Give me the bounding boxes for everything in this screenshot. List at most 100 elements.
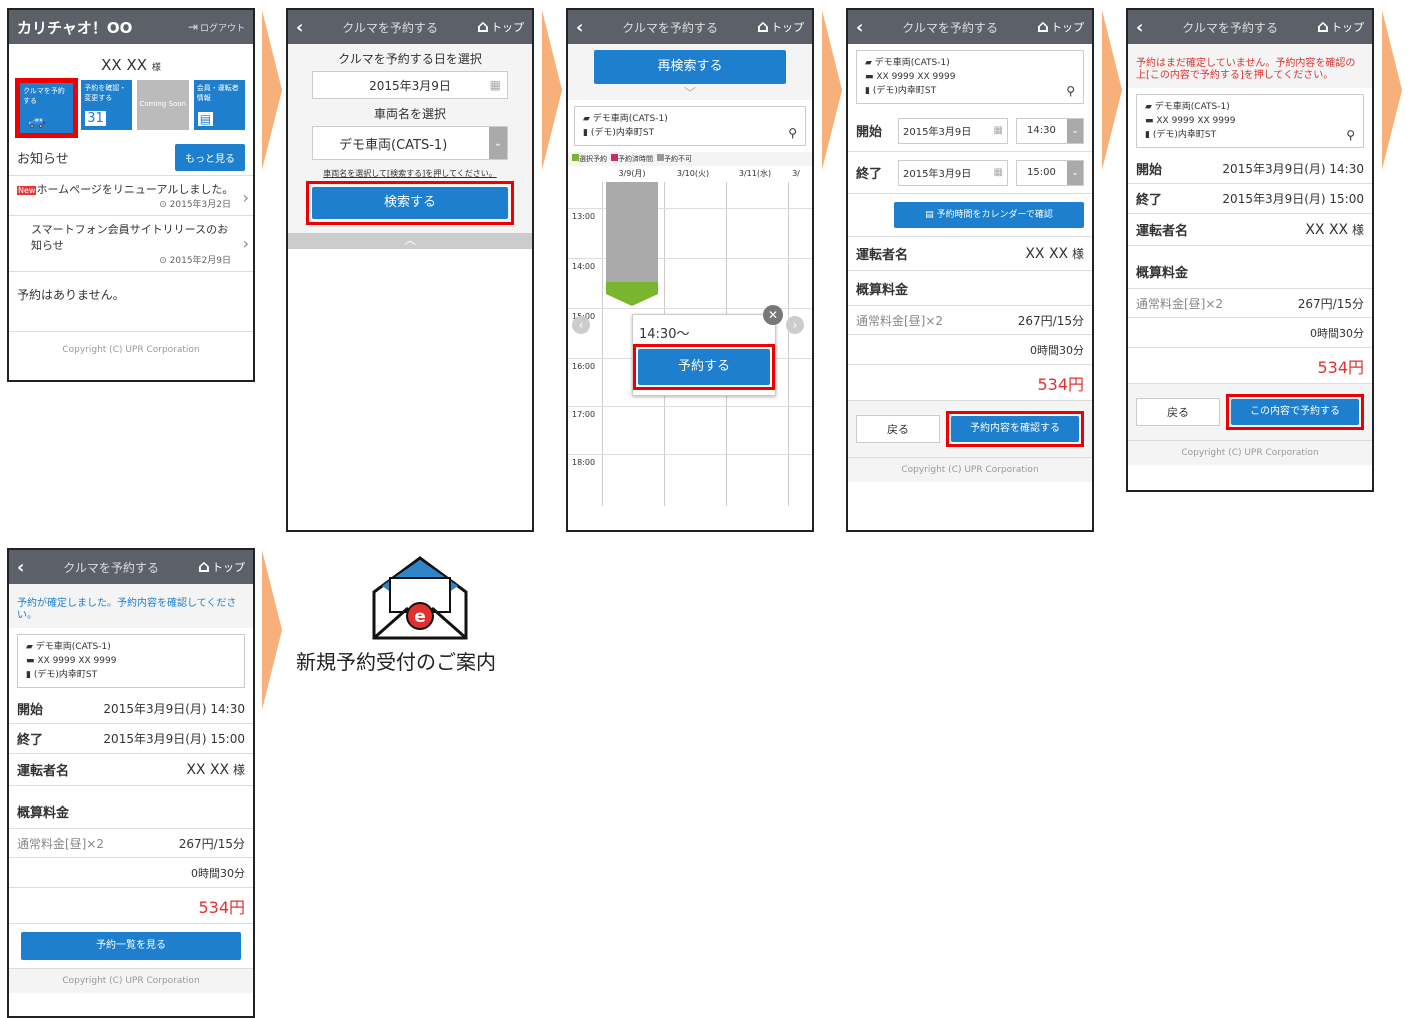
vehicle-card: ▰ デモ車両(CATS-1) ▬ XX 9999 XX 9999 ▮ (デモ)内…: [17, 634, 245, 688]
start-label: 開始: [856, 125, 883, 140]
home-button[interactable]: ⌂ トップ: [1317, 17, 1364, 37]
step-arrow: [542, 10, 562, 170]
back-icon[interactable]: ‹: [296, 17, 303, 38]
copyright: Copyright (C) UPR Corporation: [1128, 440, 1372, 465]
search-button[interactable]: 検索する: [312, 187, 508, 219]
fee-total-row: 534円: [1128, 348, 1372, 384]
prev-arrow-icon[interactable]: ‹: [572, 316, 590, 334]
back-icon[interactable]: ‹: [856, 17, 863, 38]
home-button[interactable]: ⌂ トップ: [1037, 17, 1084, 37]
search-form: クルマを予約する日を選択 2015年3月9日 ▦ 車両名を選択 デモ車両(CAT…: [288, 44, 532, 233]
research-button[interactable]: 再検索する: [594, 50, 786, 84]
more-button[interactable]: もっと見る: [175, 144, 245, 171]
success-message: 予約が確定しました。予約内容を確認してください。: [9, 584, 253, 628]
car-icon: ▰: [26, 642, 36, 652]
plate-icon: ▬: [26, 656, 38, 666]
step-arrow: [822, 10, 842, 170]
day-header: 3/9(月) 3/10(火) 3/11(水) 3/: [618, 169, 800, 178]
start-date-field[interactable]: 2015年3月9日 ▦: [898, 117, 1008, 144]
start-value: 2015年3月9日(月) 14:30: [1222, 162, 1364, 176]
end-time-select[interactable]: 15:00 ⌄: [1016, 159, 1084, 186]
reserve-button[interactable]: 予約する: [638, 349, 770, 385]
next-arrow-icon[interactable]: ›: [786, 316, 804, 334]
app-title: カリチャオ！OO: [17, 18, 133, 37]
station-icon: ▮: [26, 670, 34, 680]
copyright: Copyright (C) UPR Corporation: [9, 338, 253, 362]
tile-member-info[interactable]: 会員・運転者情報 ▤: [193, 80, 246, 130]
step-arrow: [262, 550, 282, 710]
vehicle-card: ▰ デモ車両(CATS-1) ▮ (デモ)内幸町ST ⚲: [574, 106, 806, 146]
driver-name: XX XX: [1025, 246, 1069, 262]
selected-slot-tip: [606, 294, 658, 306]
date-label: クルマを予約する日を選択: [338, 52, 482, 66]
collapse-handle[interactable]: ︿: [288, 233, 532, 249]
fee-duration-row: 0時間30分: [9, 858, 253, 888]
driver-row: 運転者名 XX XX 様: [9, 754, 253, 786]
screen-time-select: ‹ クルマを予約する ⌂ トップ 再検索する ﹀ ▰ デモ車両(CATS-1) ▮…: [566, 8, 814, 532]
tile-confirm-reservation[interactable]: 予約を確認・変更する 31: [81, 80, 133, 130]
back-icon[interactable]: ‹: [576, 17, 583, 38]
news-item[interactable]: Newホームページをリニューアルしました。 ⊙ 2015年3月2日 ›: [9, 176, 253, 216]
station-icon: ▮: [583, 128, 591, 138]
action-bar: 戻る 予約内容を確認する: [848, 401, 1092, 457]
close-icon[interactable]: ✕: [763, 305, 783, 325]
back-icon[interactable]: ‹: [17, 557, 24, 578]
screen-select-date: ‹ クルマを予約する ⌂ トップ クルマを予約する日を選択 2015年3月9日 ▦…: [286, 8, 534, 532]
confirm-button[interactable]: 予約内容を確認する: [951, 416, 1079, 442]
copyright: Copyright (C) UPR Corporation: [848, 457, 1092, 482]
back-icon[interactable]: ‹: [1136, 17, 1143, 38]
car-select[interactable]: デモ車両(CATS-1) ⌄: [312, 126, 508, 160]
driver-name: XX XX: [1305, 222, 1349, 238]
nav-bar: ‹ クルマを予約する ⌂ トップ: [288, 10, 532, 44]
step-arrow: [262, 10, 282, 170]
fee-duration: 0時間30分: [1030, 343, 1084, 357]
calendar-icon: ▦: [489, 78, 501, 92]
svg-text:e: e: [414, 607, 426, 627]
logout-button[interactable]: ⇥ ログアウト: [188, 20, 245, 34]
news-item[interactable]: スマートフォン会員サイトリリースのお知らせ ⊙ 2015年2月9日 ›: [9, 216, 253, 272]
menu-tiles: クルマを予約する 🚙 予約を確認・変更する 31 Coming Soon 会員・…: [9, 78, 253, 138]
fee-header: 概算料金: [1136, 265, 1189, 281]
back-button[interactable]: 戻る: [1136, 398, 1220, 426]
car-label: 車両名を選択: [373, 107, 446, 121]
end-row: 終了 2015年3月9日(月) 15:00: [9, 724, 253, 754]
calendar-check-button[interactable]: ▤ 予約時間をカレンダーで確認: [894, 202, 1084, 228]
hour-label: 17:00: [572, 410, 596, 419]
location-pin-icon[interactable]: ⚲: [788, 126, 797, 140]
news-header: お知らせ もっと見る: [9, 136, 253, 176]
action-bar: 戻る この内容で予約する: [1128, 384, 1372, 440]
calendar-icon: ▦: [993, 125, 1003, 136]
fee-header: 概算料金: [848, 271, 1092, 305]
location-pin-icon[interactable]: ⚲: [1346, 128, 1355, 142]
news-label: お知らせ: [17, 152, 69, 167]
date-field[interactable]: 2015年3月9日 ▦: [312, 71, 508, 99]
start-time-select[interactable]: 14:30 ⌄: [1016, 117, 1084, 144]
start-row: 開始 2015年3月9日(月) 14:30: [1128, 154, 1372, 184]
home-button[interactable]: ⌂ トップ: [198, 557, 245, 577]
home-button[interactable]: ⌂ トップ: [477, 17, 524, 37]
home-icon: ⌂: [197, 557, 210, 577]
vehicle-card: ▰ デモ車両(CATS-1) ▬ XX 9999 XX 9999 ▮ (デモ)内…: [1136, 94, 1364, 148]
selected-slot[interactable]: [606, 282, 658, 294]
end-label: 終了: [856, 167, 883, 182]
nav-bar: ‹ クルマを予約する ⌂ トップ: [568, 10, 812, 44]
reserve-popup: 14:30〜 予約する ✕: [632, 305, 783, 396]
nav-bar: ‹ クルマを予約する ⌂ トップ: [848, 10, 1092, 44]
book-button[interactable]: この内容で予約する: [1231, 399, 1359, 425]
page-title: クルマを予約する: [1182, 20, 1278, 35]
location-pin-icon[interactable]: ⚲: [1066, 84, 1075, 98]
back-button[interactable]: 戻る: [856, 415, 940, 443]
screen-reservation-detail: ‹ クルマを予約する ⌂ トップ ▰ デモ車両(CATS-1) ▬ XX 9999…: [846, 8, 1094, 532]
expand-handle[interactable]: ﹀: [594, 84, 786, 100]
reservation-list-button[interactable]: 予約一覧を見る: [21, 932, 241, 960]
tile-reserve-car[interactable]: クルマを予約する 🚙: [14, 78, 79, 138]
warning-message: 予約はまだ確定していません。予約内容を確認の上[この内容で予約する]を押してくだ…: [1128, 44, 1372, 88]
fee-label: 概算料金: [856, 282, 909, 298]
vehicle-card: ▰ デモ車両(CATS-1) ▬ XX 9999 XX 9999 ▮ (デモ)内…: [856, 50, 1084, 104]
email-notice: e 新規予約受付のご案内: [296, 556, 536, 675]
email-caption: 新規予約受付のご案内: [296, 650, 496, 674]
home-button[interactable]: ⌂ トップ: [757, 17, 804, 37]
end-date-field[interactable]: 2015年3月9日 ▦: [898, 159, 1008, 186]
unavailable-block: [606, 182, 658, 282]
home-icon: ⌂: [1316, 17, 1329, 37]
